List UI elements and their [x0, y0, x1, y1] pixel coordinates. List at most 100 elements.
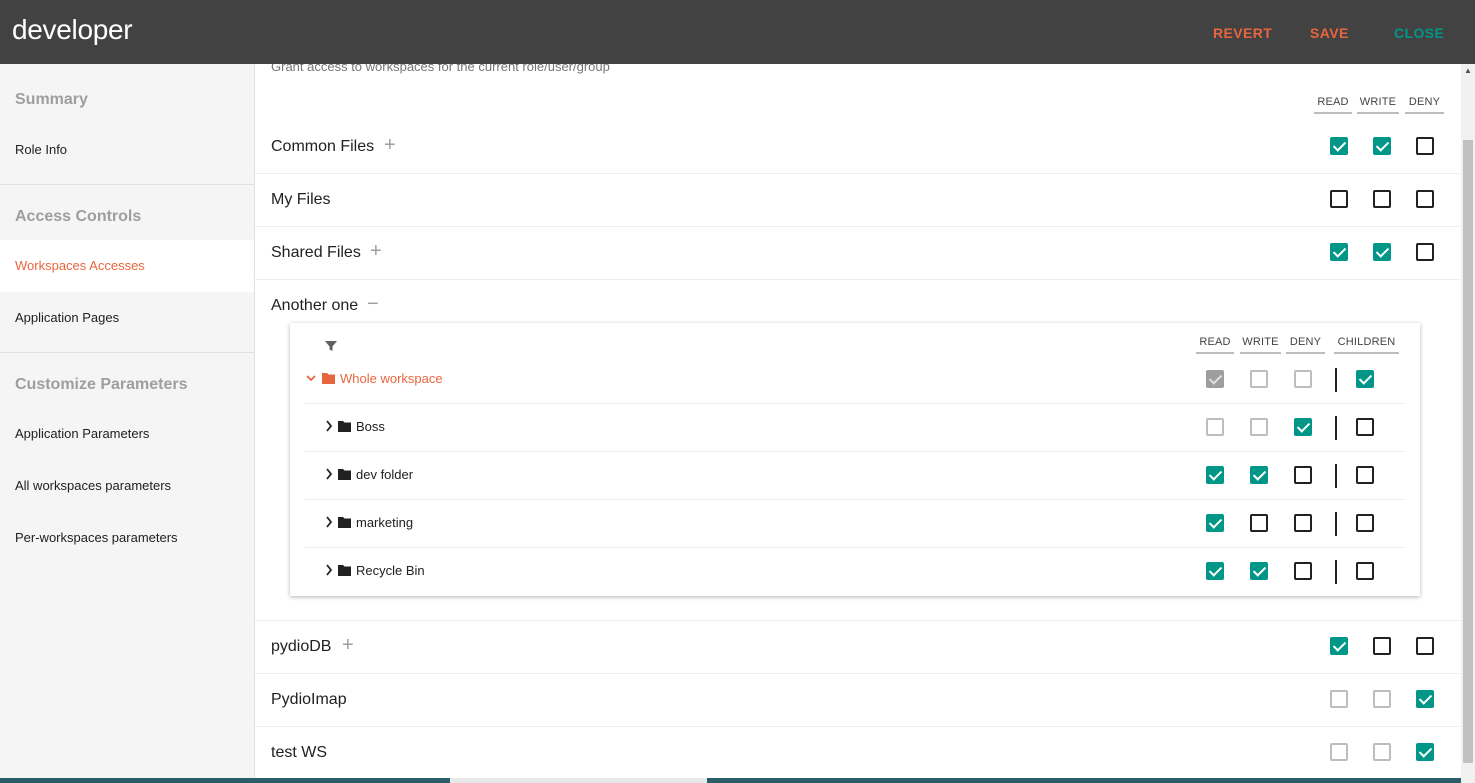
column-separator	[1335, 512, 1337, 536]
folder-icon	[338, 517, 351, 528]
deny-checkbox[interactable]	[1294, 514, 1312, 532]
chevron-down-icon[interactable]	[305, 371, 317, 385]
section-description: Grant access to workspaces for the curre…	[271, 64, 610, 74]
workspace-row-test-ws: test WS	[255, 726, 1460, 779]
deny-checkbox[interactable]	[1416, 637, 1434, 655]
sidebar-divider	[0, 184, 254, 185]
sidebar-heading-summary: Summary	[15, 91, 88, 108]
sidebar-item-all-workspaces-parameters[interactable]: All workspaces parameters	[0, 460, 254, 512]
write-checkbox[interactable]	[1250, 466, 1268, 484]
children-checkbox[interactable]	[1356, 514, 1374, 532]
deny-checkbox[interactable]	[1294, 466, 1312, 484]
tree-column-header-read: READ	[1196, 336, 1234, 354]
read-checkbox[interactable]	[1206, 562, 1224, 580]
write-checkbox[interactable]	[1373, 690, 1391, 708]
sidebar-divider	[0, 352, 254, 353]
children-checkbox[interactable]	[1356, 466, 1374, 484]
workspace-name: pydioDB	[271, 638, 332, 655]
workspace-name: Common Files	[271, 138, 375, 155]
workspace-row-my-files: My Files	[255, 173, 1460, 227]
folder-icon	[322, 373, 335, 384]
read-checkbox[interactable]	[1330, 190, 1348, 208]
sidebar-heading-customize-parameters: Customize Parameters	[15, 376, 188, 393]
chevron-right-icon[interactable]	[323, 515, 335, 529]
expand-plus-icon[interactable]: +	[384, 120, 396, 171]
top-bar: developer REVERT SAVE CLOSE	[0, 0, 1475, 64]
write-checkbox[interactable]	[1250, 370, 1268, 388]
read-checkbox[interactable]	[1330, 243, 1348, 261]
workspace-row-shared-files: Shared Files +	[255, 226, 1460, 280]
folder-icon	[338, 421, 351, 432]
sidebar-item-application-pages[interactable]: Application Pages	[0, 292, 254, 344]
deny-checkbox[interactable]	[1416, 743, 1434, 761]
tree-column-header-write: WRITE	[1240, 336, 1281, 354]
read-checkbox[interactable]	[1330, 137, 1348, 155]
chevron-right-icon[interactable]	[323, 563, 335, 577]
bottom-strip	[0, 778, 450, 783]
sidebar-heading-access-controls: Access Controls	[15, 208, 142, 225]
tree-row-recycle-bin: Recycle Bin	[305, 547, 1405, 595]
column-separator	[1335, 416, 1337, 440]
column-header-read: READ	[1314, 96, 1352, 114]
write-checkbox[interactable]	[1250, 514, 1268, 532]
expand-plus-icon[interactable]: +	[342, 620, 354, 671]
deny-checkbox[interactable]	[1416, 690, 1434, 708]
tree-label[interactable]: Recycle Bin	[356, 547, 425, 595]
write-checkbox[interactable]	[1250, 418, 1268, 436]
scrollbar-thumb[interactable]	[1463, 140, 1473, 763]
column-separator	[1335, 368, 1337, 392]
write-checkbox[interactable]	[1373, 743, 1391, 761]
sidebar: Summary Role Info Access Controls Worksp…	[0, 64, 255, 783]
chevron-right-icon[interactable]	[323, 419, 335, 433]
expand-plus-icon[interactable]: +	[370, 226, 382, 277]
workspace-name: test WS	[271, 744, 328, 761]
write-checkbox[interactable]	[1250, 562, 1268, 580]
deny-checkbox[interactable]	[1416, 190, 1434, 208]
read-checkbox[interactable]	[1330, 743, 1348, 761]
workspace-name: My Files	[271, 191, 331, 208]
read-checkbox[interactable]	[1330, 637, 1348, 655]
chevron-right-icon[interactable]	[323, 467, 335, 481]
read-checkbox[interactable]	[1330, 690, 1348, 708]
write-checkbox[interactable]	[1373, 190, 1391, 208]
children-checkbox[interactable]	[1356, 370, 1374, 388]
children-checkbox[interactable]	[1356, 562, 1374, 580]
deny-checkbox[interactable]	[1416, 137, 1434, 155]
revert-button[interactable]: REVERT	[1213, 24, 1272, 42]
column-header-write: WRITE	[1357, 96, 1399, 114]
sidebar-item-role-info[interactable]: Role Info	[0, 124, 254, 176]
tree-label[interactable]: marketing	[356, 499, 413, 547]
sidebar-item-application-parameters[interactable]: Application Parameters	[0, 408, 254, 460]
folder-icon	[338, 565, 351, 576]
save-button[interactable]: SAVE	[1310, 24, 1349, 42]
deny-checkbox[interactable]	[1294, 562, 1312, 580]
write-checkbox[interactable]	[1373, 637, 1391, 655]
children-checkbox[interactable]	[1356, 418, 1374, 436]
column-header-deny: DENY	[1405, 96, 1444, 114]
close-button[interactable]: CLOSE	[1394, 24, 1444, 42]
write-checkbox[interactable]	[1373, 243, 1391, 261]
deny-checkbox[interactable]	[1294, 370, 1312, 388]
tree-label[interactable]: Boss	[356, 403, 385, 451]
tree-row-dev-folder: dev folder	[305, 451, 1405, 500]
workspace-name: Shared Files	[271, 244, 361, 261]
scroll-up-arrow-icon[interactable]: ▲	[1461, 64, 1475, 78]
deny-checkbox[interactable]	[1294, 418, 1312, 436]
workspace-row-common-files: Common Files +	[255, 120, 1460, 174]
bottom-strip	[450, 778, 707, 783]
filter-icon[interactable]	[324, 339, 338, 353]
tree-row-boss: Boss	[305, 403, 1405, 452]
write-checkbox[interactable]	[1373, 137, 1391, 155]
sidebar-item-per-workspaces-parameters[interactable]: Per-workspaces parameters	[0, 512, 254, 564]
read-checkbox[interactable]	[1206, 418, 1224, 436]
deny-checkbox[interactable]	[1416, 243, 1434, 261]
app-title: developer	[12, 14, 133, 45]
workspace-name: PydioImap	[271, 691, 347, 708]
read-checkbox[interactable]	[1206, 466, 1224, 484]
read-checkbox[interactable]	[1206, 370, 1224, 388]
bottom-strip	[707, 778, 1461, 783]
read-checkbox[interactable]	[1206, 514, 1224, 532]
sidebar-item-workspaces-accesses[interactable]: Workspaces Accesses	[0, 240, 254, 292]
tree-label[interactable]: Whole workspace	[340, 355, 443, 403]
tree-label[interactable]: dev folder	[356, 451, 413, 499]
